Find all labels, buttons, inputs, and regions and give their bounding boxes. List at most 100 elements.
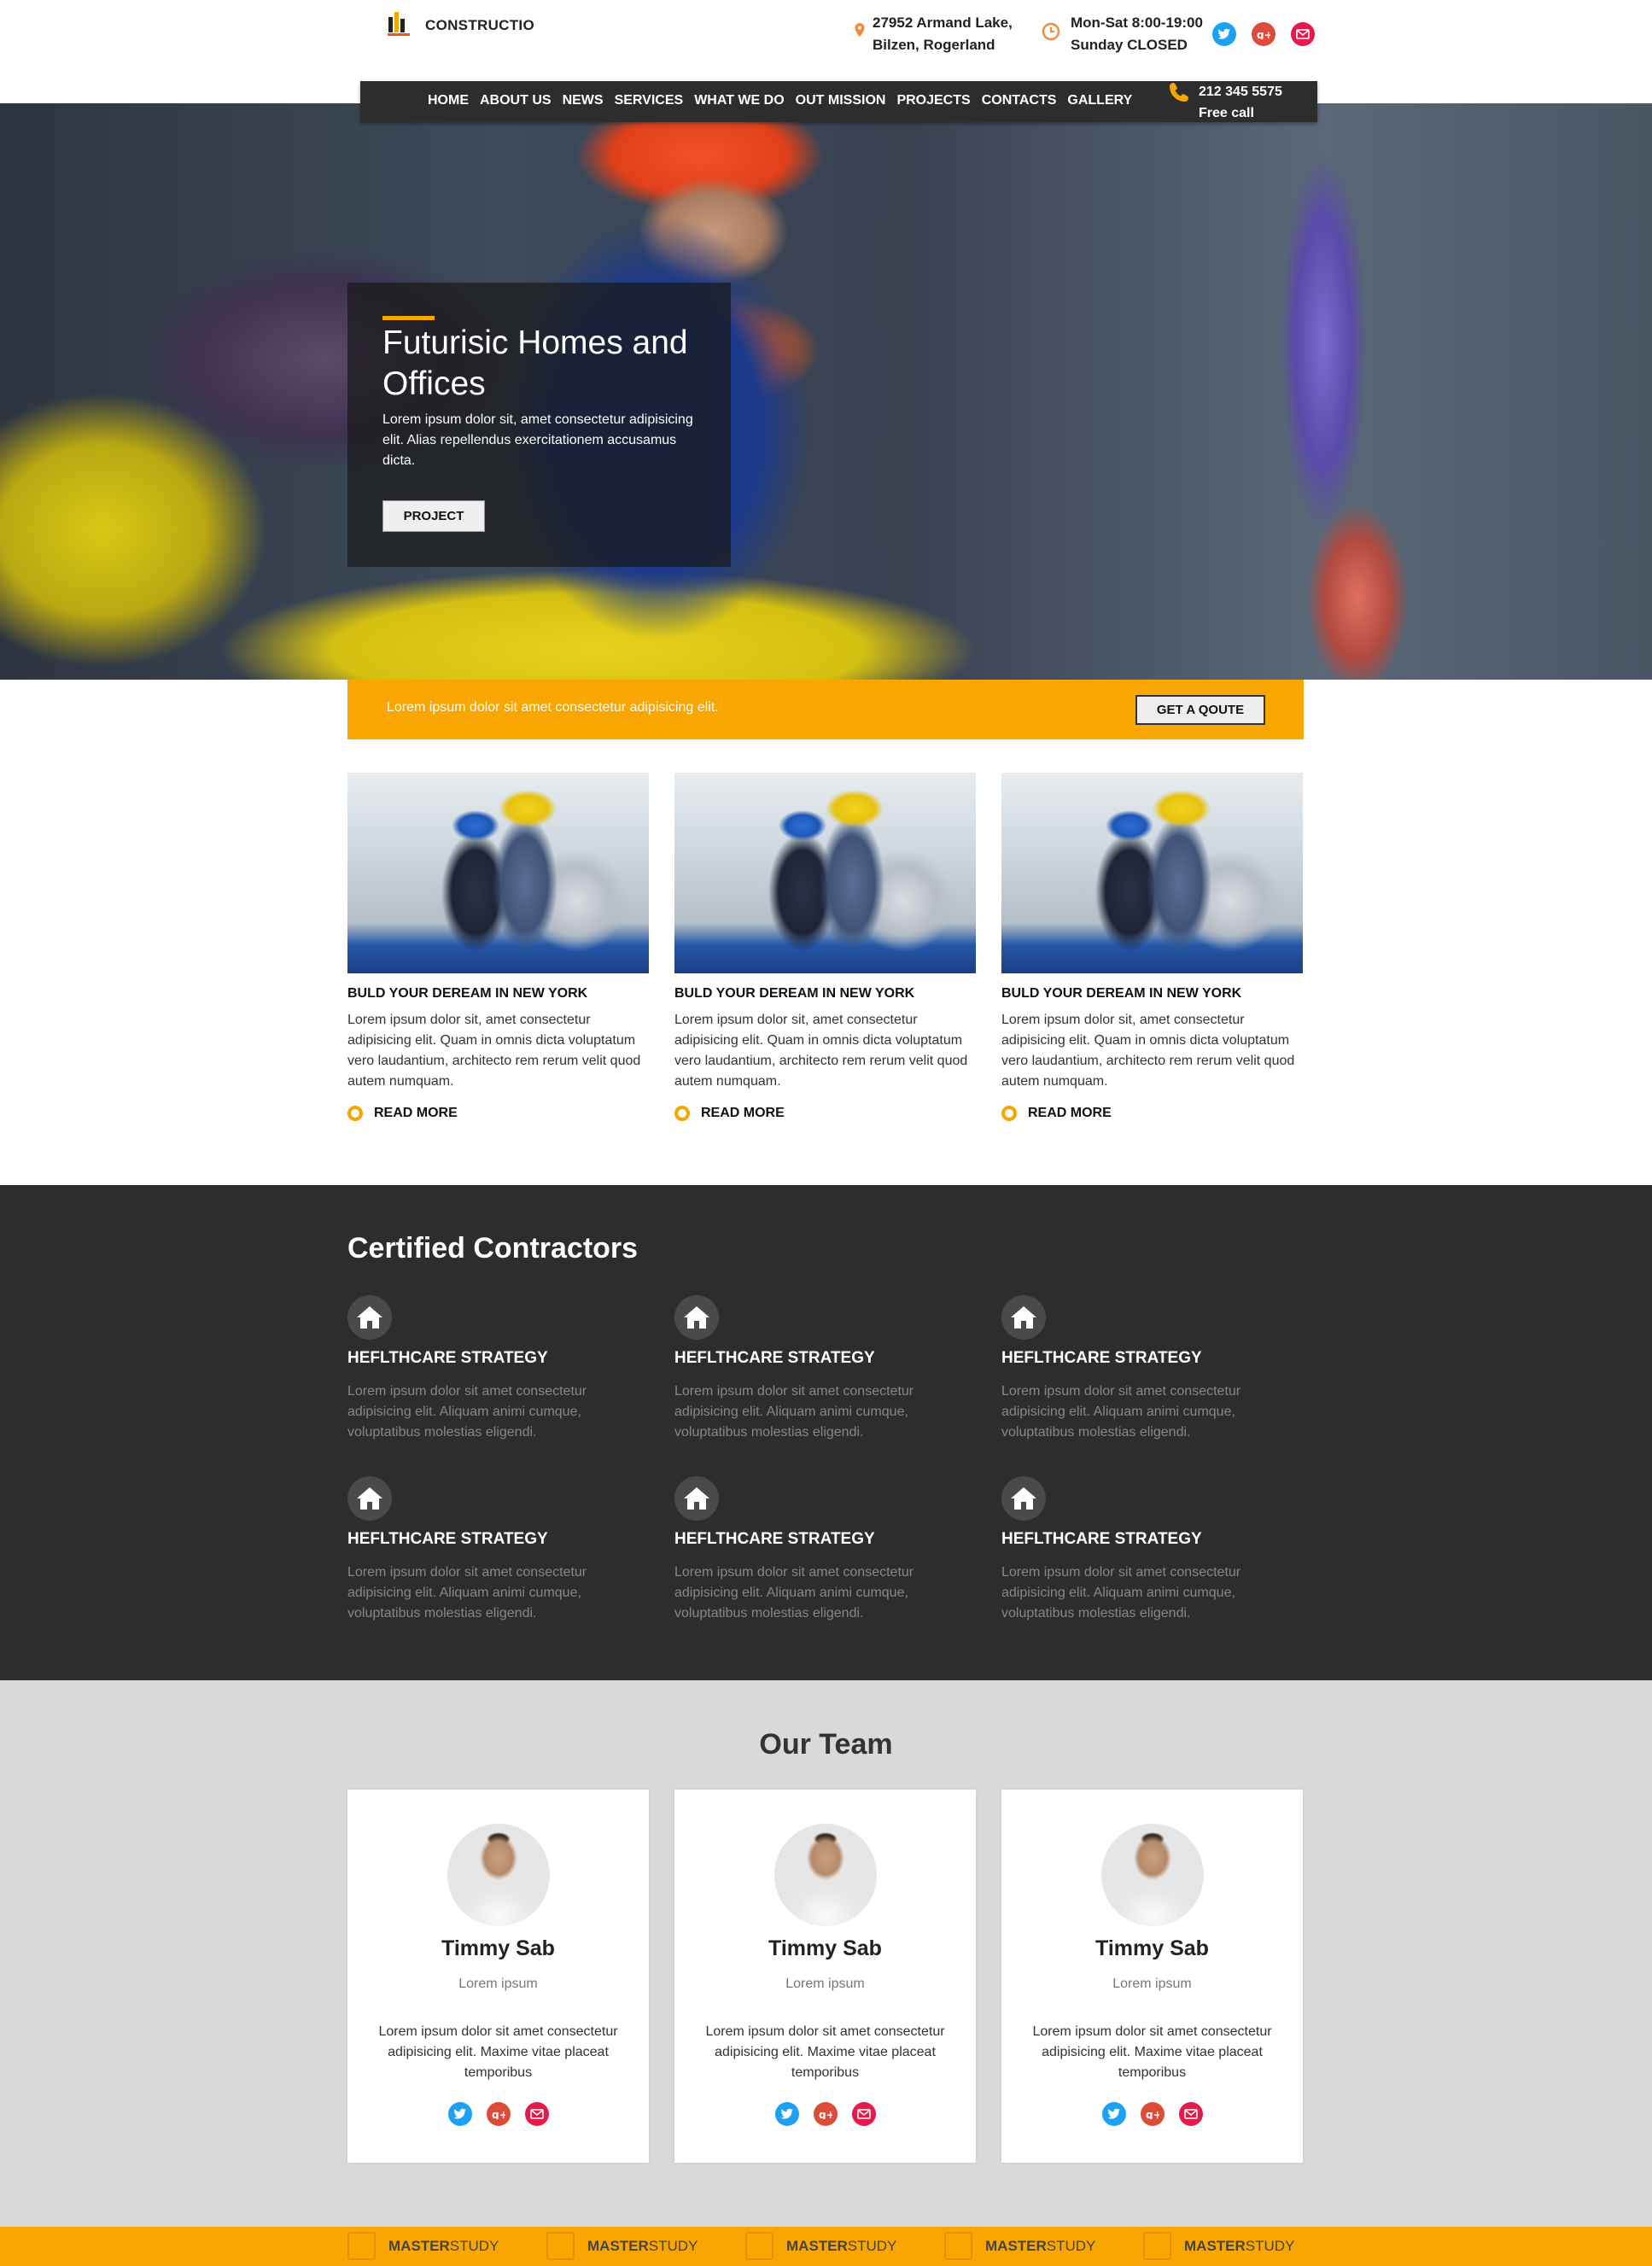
svg-text:g+: g+ xyxy=(1146,2109,1159,2119)
mail-icon[interactable] xyxy=(852,2102,876,2126)
partner-logo[interactable]: MASTER STUDY xyxy=(745,2232,896,2260)
brand-bold: MASTER xyxy=(985,2237,1047,2254)
get-quote-button[interactable]: GET A QOUTE xyxy=(1135,695,1265,725)
nav-item-what-we-do[interactable]: WHAT WE DO xyxy=(694,93,784,108)
nav-item-about-us[interactable]: ABOUT US xyxy=(480,93,552,108)
team-title: Our Team xyxy=(759,1728,893,1761)
read-more-link[interactable]: READ MORE xyxy=(347,1106,651,1121)
nav-item-gallery[interactable]: GALLERY xyxy=(1067,93,1132,108)
twitter-icon[interactable] xyxy=(775,2102,799,2126)
master-study-logo-icon xyxy=(546,2232,575,2260)
service-text: Lorem ipsum dolor sit amet consectetur a… xyxy=(347,1384,587,1440)
twitter-icon[interactable] xyxy=(448,2102,472,2126)
member-name: Timmy Sab xyxy=(768,1936,882,1960)
partner-logo[interactable]: MASTER STUDY xyxy=(546,2232,698,2260)
card-title[interactable]: BULD YOUR DEREAM IN NEW YORK xyxy=(674,986,978,1002)
team-card: Timmy Sab Lorem ipsum Lorem ipsum dolor … xyxy=(347,1790,649,2163)
project-button[interactable]: PROJECT xyxy=(382,500,485,532)
svg-text:g+: g+ xyxy=(492,2109,505,2119)
hours-line-2: Sunday CLOSED xyxy=(1071,37,1188,53)
partner-logo[interactable]: MASTER STUDY xyxy=(944,2232,1095,2260)
brand-bold: MASTER xyxy=(786,2237,848,2254)
service-title: HEFLTHCARE STRATEGY xyxy=(347,1349,548,1367)
card-image[interactable] xyxy=(1001,773,1303,973)
read-more-label[interactable]: READ MORE xyxy=(374,1106,458,1121)
home-icon xyxy=(347,1476,392,1521)
logo-text[interactable]: CONSTRUCTIO xyxy=(425,17,534,34)
card-image[interactable] xyxy=(347,773,649,973)
service-title: HEFLTHCARE STRATEGY xyxy=(347,1530,548,1548)
hero-title: Futurisic Homes and Offices xyxy=(382,324,688,402)
member-social-links: g+ xyxy=(448,2102,549,2126)
card-text: Lorem ipsum dolor sit, amet consectetur … xyxy=(1001,1013,1295,1089)
avatar xyxy=(447,1824,550,1926)
service-text: Lorem ipsum dolor sit amet consectetur a… xyxy=(674,1384,914,1440)
member-bio: Lorem ipsum dolor sit amet consectetur a… xyxy=(1032,2024,1272,2080)
partner-logo[interactable]: MASTER STUDY xyxy=(1143,2232,1294,2260)
service-item: HEFLTHCARE STRATEGY Lorem ipsum dolor si… xyxy=(674,1295,948,1443)
home-icon xyxy=(674,1295,719,1340)
card-title[interactable]: BULD YOUR DEREAM IN NEW YORK xyxy=(1001,986,1305,1002)
master-study-logo-icon xyxy=(944,2232,972,2260)
opening-hours: Mon-Sat 8:00-19:00 Sunday CLOSED xyxy=(1071,12,1203,56)
card-image[interactable] xyxy=(674,773,976,973)
service-item: HEFLTHCARE STRATEGY Lorem ipsum dolor si… xyxy=(347,1295,621,1443)
mail-icon[interactable] xyxy=(1291,22,1315,46)
logo-icon[interactable] xyxy=(386,9,412,38)
nav-item-projects[interactable]: PROJECTS xyxy=(896,93,970,108)
google-plus-icon[interactable]: g+ xyxy=(1141,2102,1165,2126)
card-title[interactable]: BULD YOUR DEREAM IN NEW YORK xyxy=(347,986,651,1002)
team-card: Timmy Sab Lorem ipsum Lorem ipsum dolor … xyxy=(1001,1790,1303,2163)
nav-item-home[interactable]: HOME xyxy=(428,93,469,108)
location-pin-icon xyxy=(854,22,866,38)
home-icon xyxy=(1001,1295,1046,1340)
brand-light: STUDY xyxy=(847,2237,897,2254)
member-name: Timmy Sab xyxy=(441,1936,555,1960)
read-more-link[interactable]: READ MORE xyxy=(674,1106,978,1121)
nav-item-contacts[interactable]: CONTACTS xyxy=(982,93,1057,108)
circle-icon xyxy=(1001,1106,1017,1121)
twitter-icon[interactable] xyxy=(1212,22,1236,46)
card-text: Lorem ipsum dolor sit, amet consectetur … xyxy=(674,1013,968,1089)
hero-accent-bar xyxy=(382,316,435,320)
service-item: HEFLTHCARE STRATEGY Lorem ipsum dolor si… xyxy=(347,1476,621,1624)
home-icon xyxy=(1001,1476,1046,1521)
google-plus-icon[interactable]: g+ xyxy=(487,2102,511,2126)
phone-icon xyxy=(1168,81,1190,103)
nav-item-services[interactable]: SERVICES xyxy=(615,93,684,108)
clock-icon xyxy=(1042,22,1060,41)
home-icon xyxy=(347,1295,392,1340)
member-social-links: g+ xyxy=(775,2102,876,2126)
service-item: HEFLTHCARE STRATEGY Lorem ipsum dolor si… xyxy=(1001,1476,1275,1624)
phone-number[interactable]: 212 345 5575 xyxy=(1199,81,1282,102)
partner-logo[interactable]: MASTER STUDY xyxy=(347,2232,499,2260)
nav-phone[interactable]: 212 345 5575 Free call xyxy=(1199,81,1282,124)
member-role: Lorem ipsum xyxy=(785,1977,865,1991)
hero-text: Lorem ipsum dolor sit, amet consectetur … xyxy=(382,412,693,468)
twitter-icon[interactable] xyxy=(1102,2102,1126,2126)
project-card: BULD YOUR DEREAM IN NEW YORK Lorem ipsum… xyxy=(1001,773,1305,1121)
read-more-label[interactable]: READ MORE xyxy=(701,1106,785,1121)
nav-item-news[interactable]: NEWS xyxy=(563,93,604,108)
project-card: BULD YOUR DEREAM IN NEW YORK Lorem ipsum… xyxy=(347,773,651,1121)
service-text: Lorem ipsum dolor sit amet consectetur a… xyxy=(674,1565,914,1621)
brand-light: STUDY xyxy=(449,2237,499,2254)
address-line-2: Bilzen, Rogerland xyxy=(873,37,995,53)
master-study-logo-icon xyxy=(1143,2232,1171,2260)
google-plus-icon[interactable]: g+ xyxy=(814,2102,838,2126)
service-item: HEFLTHCARE STRATEGY Lorem ipsum dolor si… xyxy=(1001,1295,1275,1443)
avatar xyxy=(1101,1824,1204,1926)
mail-icon[interactable] xyxy=(525,2102,549,2126)
service-title: HEFLTHCARE STRATEGY xyxy=(1001,1349,1202,1367)
service-text: Lorem ipsum dolor sit amet consectetur a… xyxy=(347,1565,587,1621)
nav-menu: HOME ABOUT US NEWS SERVICES WHAT WE DO O… xyxy=(428,93,1143,108)
service-text: Lorem ipsum dolor sit amet consectetur a… xyxy=(1001,1565,1241,1621)
google-plus-icon[interactable]: g+ xyxy=(1252,22,1275,46)
mail-icon[interactable] xyxy=(1179,2102,1203,2126)
svg-text:g+: g+ xyxy=(819,2109,832,2119)
nav-item-out-mission[interactable]: OUT MISSION xyxy=(796,93,886,108)
read-more-link[interactable]: READ MORE xyxy=(1001,1106,1305,1121)
read-more-label[interactable]: READ MORE xyxy=(1028,1106,1112,1121)
brand-light: STUDY xyxy=(1046,2237,1096,2254)
team-card: Timmy Sab Lorem ipsum Lorem ipsum dolor … xyxy=(674,1790,976,2163)
